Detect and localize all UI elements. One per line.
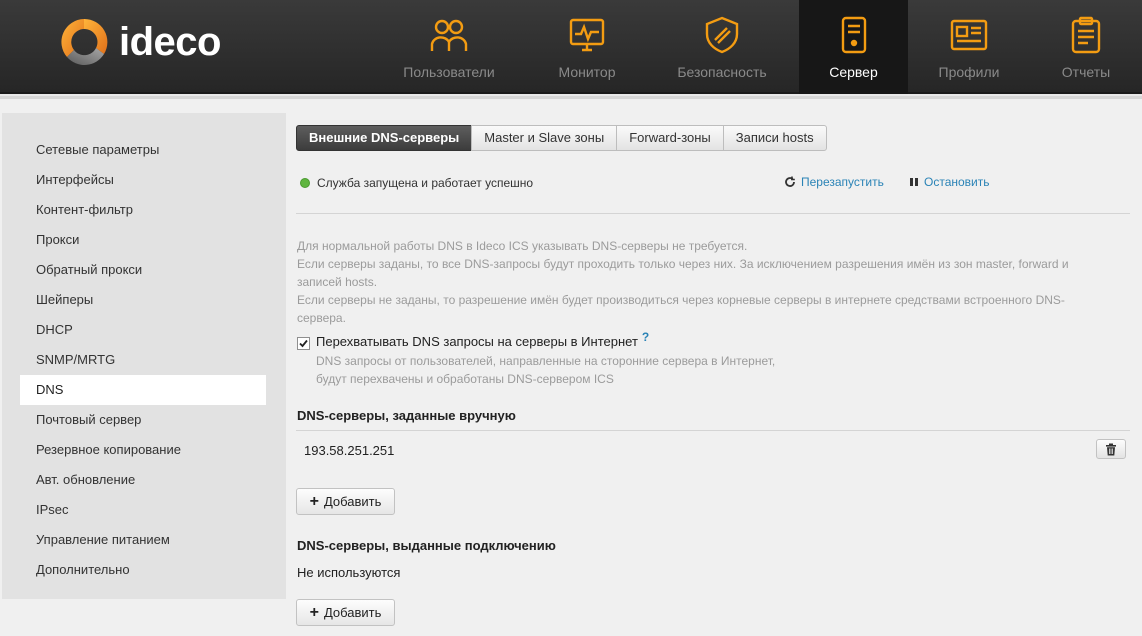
- tab-forward-zones[interactable]: Forward-зоны: [616, 125, 724, 151]
- sidebar-item-dns[interactable]: DNS: [20, 375, 266, 405]
- dns-info-text: Для нормальной работы DNS в Ideco ICS ук…: [297, 237, 1107, 327]
- dns-server-row: 193.58.251.251: [296, 433, 1130, 469]
- nav-server[interactable]: Сервер: [799, 0, 908, 94]
- info-line-2: Если серверы заданы, то все DNS-запросы …: [297, 257, 1069, 289]
- clipboard-icon: [1071, 16, 1101, 54]
- sidebar-item-backup[interactable]: Резервное копирование: [20, 435, 266, 465]
- tab-bar: Внешние DNS-серверы Master и Slave зоны …: [296, 125, 827, 151]
- top-bar: ideco Пользователи Монитор Безопасность: [0, 0, 1142, 94]
- server-icon: [841, 16, 866, 54]
- nav-users-label: Пользователи: [403, 64, 495, 80]
- sidebar-item-additional[interactable]: Дополнительно: [20, 555, 266, 585]
- nav-security[interactable]: Безопасность: [664, 0, 780, 94]
- info-line-3: Если серверы не заданы, то разрешение им…: [297, 293, 1065, 325]
- sidebar-item-network[interactable]: Сетевые параметры: [20, 135, 266, 165]
- intercept-dns-checkbox[interactable]: [297, 337, 310, 350]
- sidebar-item-power[interactable]: Управление питанием: [20, 525, 266, 555]
- status-text: Служба запущена и работает успешно: [317, 176, 534, 190]
- sidebar: Сетевые параметры Интерфейсы Контент-фил…: [2, 113, 286, 599]
- delete-dns-server-button[interactable]: [1096, 439, 1126, 459]
- status-ok-icon: [300, 178, 310, 188]
- add-manual-dns-button[interactable]: + Добавить: [296, 488, 395, 515]
- trash-icon: [1106, 443, 1116, 455]
- users-icon: [430, 19, 468, 51]
- checkmark-icon: [299, 339, 308, 348]
- plus-icon: +: [309, 492, 319, 510]
- tab-hosts-records[interactable]: Записи hosts: [722, 125, 827, 151]
- sidebar-item-ipsec[interactable]: IPsec: [20, 495, 266, 525]
- sidebar-item-dhcp[interactable]: DHCP: [20, 315, 266, 345]
- divider: [296, 213, 1130, 214]
- nav-profiles-label: Профили: [938, 64, 1000, 80]
- sidebar-item-shapers[interactable]: Шейперы: [20, 285, 266, 315]
- nav-users[interactable]: Пользователи: [388, 0, 510, 94]
- sidebar-item-snmp[interactable]: SNMP/MRTG: [20, 345, 266, 375]
- help-icon[interactable]: ?: [642, 330, 649, 344]
- plus-icon: +: [309, 603, 319, 621]
- sidebar-item-reverse-proxy[interactable]: Обратный прокси: [20, 255, 266, 285]
- nav-server-label: Сервер: [829, 64, 878, 80]
- nav-reports-label: Отчеты: [1061, 64, 1111, 80]
- refresh-icon: [785, 176, 795, 187]
- restart-button[interactable]: Перезапустить: [784, 175, 884, 189]
- divider: [296, 430, 1130, 431]
- pause-icon: [910, 178, 918, 186]
- sidebar-item-proxy[interactable]: Прокси: [20, 225, 266, 255]
- nav-reports[interactable]: Отчеты: [1048, 0, 1124, 94]
- sidebar-item-interfaces[interactable]: Интерфейсы: [20, 165, 266, 195]
- nav-security-label: Безопасность: [677, 64, 767, 80]
- info-line-1: Для нормальной работы DNS в Ideco ICS ук…: [297, 239, 748, 253]
- logo-text: ideco: [119, 20, 221, 64]
- tab-external-dns[interactable]: Внешние DNS-серверы: [296, 125, 473, 151]
- manual-dns-title: DNS-серверы, заданные вручную: [297, 408, 516, 423]
- main-container: Сетевые параметры Интерфейсы Контент-фил…: [0, 96, 1142, 636]
- ideco-logo-icon: [61, 18, 108, 65]
- intercept-dns-label[interactable]: Перехватывать DNS запросы на серверы в И…: [316, 334, 638, 349]
- tab-master-slave-zones[interactable]: Master и Slave зоны: [471, 125, 618, 151]
- stop-button[interactable]: Остановить: [909, 175, 990, 189]
- profile-card-icon: [950, 19, 988, 51]
- monitor-icon: [569, 18, 605, 52]
- sidebar-item-auto-update[interactable]: Авт. обновление: [20, 465, 266, 495]
- nav-profiles[interactable]: Профили: [926, 0, 1012, 94]
- dns-server-ip: 193.58.251.251: [304, 443, 395, 458]
- nav-monitor-label: Монитор: [558, 64, 616, 80]
- connection-dns-title: DNS-серверы, выданные подключению: [297, 538, 556, 553]
- sidebar-item-content-filter[interactable]: Контент-фильтр: [20, 195, 266, 225]
- add-connection-dns-label: Добавить: [323, 605, 382, 620]
- add-manual-dns-label: Добавить: [323, 494, 382, 509]
- sidebar-item-mail-server[interactable]: Почтовый сервер: [20, 405, 266, 435]
- restart-label: Перезапустить: [801, 175, 884, 189]
- service-status: Служба запущена и работает успешно: [300, 176, 533, 190]
- add-connection-dns-button[interactable]: + Добавить: [296, 599, 395, 626]
- nav-monitor[interactable]: Монитор: [544, 0, 630, 94]
- connection-dns-empty: Не используются: [297, 565, 401, 580]
- intercept-dns-option: Перехватывать DNS запросы на серверы в И…: [297, 330, 649, 350]
- logo[interactable]: ideco: [58, 16, 221, 68]
- stop-label: Остановить: [924, 175, 990, 189]
- intercept-dns-description: DNS запросы от пользователей, направленн…: [316, 354, 776, 386]
- shield-icon: [705, 16, 739, 54]
